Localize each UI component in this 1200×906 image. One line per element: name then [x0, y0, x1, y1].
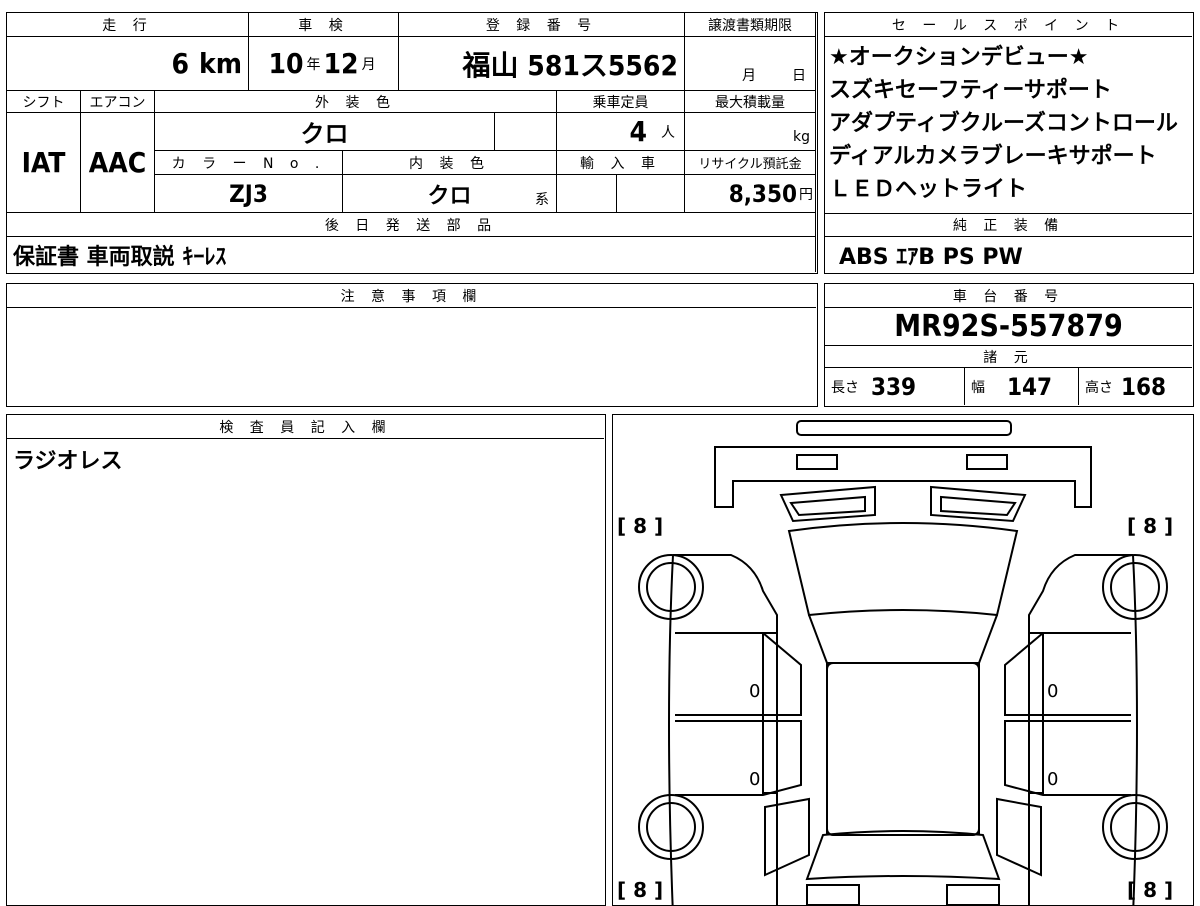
exterior-color-value: クロ: [155, 113, 495, 151]
tire-rl-label: [ 8 ]: [617, 878, 663, 902]
chassis-box: 車 台 番 号 MR92S-557879 諸 元 長さ 339 幅 147 高さ…: [824, 283, 1194, 407]
width-value: 147: [1007, 372, 1053, 401]
sales-point-item: スズキセーフティーサポート: [829, 78, 1112, 103]
door-mark-rl: 0: [749, 769, 760, 790]
import-header: 輸 入 車: [557, 151, 685, 175]
recycle-unit: 円: [799, 186, 813, 203]
import-value-b: [617, 175, 685, 213]
length-value: 339: [871, 372, 917, 401]
recycle-header: リサイクル預託金: [685, 151, 816, 175]
sales-point-item: アダプティブクルーズコントロール: [829, 111, 1178, 136]
exterior-color-blank: [495, 113, 557, 151]
mileage-unit: km: [199, 47, 242, 80]
width-label: 幅: [971, 379, 985, 396]
tire-fl-label: [ 8 ]: [617, 514, 663, 538]
max-load-header: 最大積載量: [685, 91, 816, 113]
door-mark-fr: 0: [1047, 681, 1058, 702]
capacity-value: 4 人: [557, 113, 685, 151]
inspection-value: 10 年 12 月: [249, 37, 399, 91]
transfer-deadline-value: 月 日: [685, 37, 816, 91]
interior-color-header: 内 装 色: [343, 151, 557, 175]
month-unit: 月: [361, 56, 376, 73]
chassis-header: 車 台 番 号: [825, 284, 1192, 308]
sales-point-item: ディアルカメラブレーキサポート: [829, 144, 1157, 169]
interior-suffix: 系: [535, 192, 549, 208]
inspection-year: 10: [268, 47, 304, 80]
genuine-equipment-header: 純 正 装 備: [825, 213, 1192, 237]
later-parts-header: 後 日 発 送 部 品: [7, 213, 816, 237]
inspector-header: 検 査 員 記 入 欄: [7, 415, 604, 439]
vehicle-info-table: 走 行 車 検 登 録 番 号 譲渡書類期限 6 km 10 年 12 月 福山…: [6, 12, 818, 274]
sales-points-header: セ ー ル ス ポ イ ン ト: [825, 13, 1192, 37]
exterior-color-header: 外 装 色: [155, 91, 557, 113]
interior-color-value: クロ 系: [343, 175, 557, 213]
notes-box: 注 意 事 項 欄: [6, 283, 818, 407]
car-diagram-box: [ 8 ] [ 8 ] [ 8 ] [ 8 ] 0 0 0 0: [612, 414, 1194, 906]
inspection-header: 車 検: [249, 13, 399, 37]
capacity-number: 4: [629, 115, 647, 148]
sales-point-item: ＬＥＤヘットライト: [829, 177, 1028, 202]
max-load-value: kg: [685, 113, 816, 151]
interior-color-text: クロ: [427, 183, 472, 209]
aircon-header: エアコン: [81, 91, 155, 113]
mileage-header: 走 行: [7, 13, 249, 37]
door-mark-fl: 0: [749, 681, 760, 702]
deadline-day-unit: 日: [792, 68, 806, 84]
sales-points-box: セ ー ル ス ポ イ ン ト ★オークションデビュー★ スズキセーフティーサポ…: [824, 12, 1194, 274]
max-load-unit: kg: [793, 129, 810, 145]
height-value: 168: [1121, 372, 1167, 401]
tire-fr-label: [ 8 ]: [1127, 514, 1173, 538]
car-diagram: [ 8 ] [ 8 ] [ 8 ] [ 8 ] 0 0 0 0: [617, 420, 1173, 905]
recycle-value: 8,350 円: [685, 175, 816, 213]
inspector-value: ラジオレス: [13, 449, 123, 474]
year-unit: 年: [306, 56, 321, 73]
capacity-header: 乗車定員: [557, 91, 685, 113]
chassis-value: MR92S-557879: [825, 308, 1192, 346]
import-value-a: [557, 175, 617, 213]
inspector-box: 検 査 員 記 入 欄 ラジオレス: [6, 414, 606, 906]
later-parts-value: 保証書 車両取説 ｷｰﾚｽ: [7, 237, 816, 272]
length-cell: 長さ 339: [825, 368, 965, 405]
shift-header: シフト: [7, 91, 81, 113]
capacity-unit: 人: [661, 124, 675, 141]
height-label: 高さ: [1085, 379, 1113, 396]
registration-header: 登 録 番 号: [399, 13, 685, 37]
tire-rr-label: [ 8 ]: [1127, 878, 1173, 902]
aircon-value: AAC: [81, 113, 155, 213]
height-cell: 高さ 168: [1079, 368, 1192, 405]
length-label: 長さ: [831, 379, 859, 396]
color-no-value: ZJ3: [155, 175, 343, 213]
mileage-value: 6 km: [7, 37, 249, 91]
shift-value: IAT: [7, 113, 81, 213]
inspection-month: 12: [323, 47, 359, 80]
transfer-deadline-header: 譲渡書類期限: [685, 13, 816, 37]
mileage-number: 6: [171, 47, 189, 80]
notes-header: 注 意 事 項 欄: [7, 284, 816, 308]
sales-point-item: ★オークションデビュー★: [829, 45, 1089, 70]
width-cell: 幅 147: [965, 368, 1079, 405]
genuine-equipment-value: ABS ｴｱB PS PW: [839, 245, 1023, 270]
specs-header: 諸 元: [825, 346, 1192, 368]
recycle-number: 8,350: [728, 179, 797, 208]
deadline-month-unit: 月: [742, 68, 756, 84]
sales-points-list: ★オークションデビュー★ スズキセーフティーサポート アダプティブクルーズコント…: [825, 41, 1192, 206]
door-mark-rr: 0: [1047, 769, 1058, 790]
color-no-header: カ ラ ー N o .: [155, 151, 343, 175]
registration-value: 福山 581ス5562: [399, 37, 685, 91]
